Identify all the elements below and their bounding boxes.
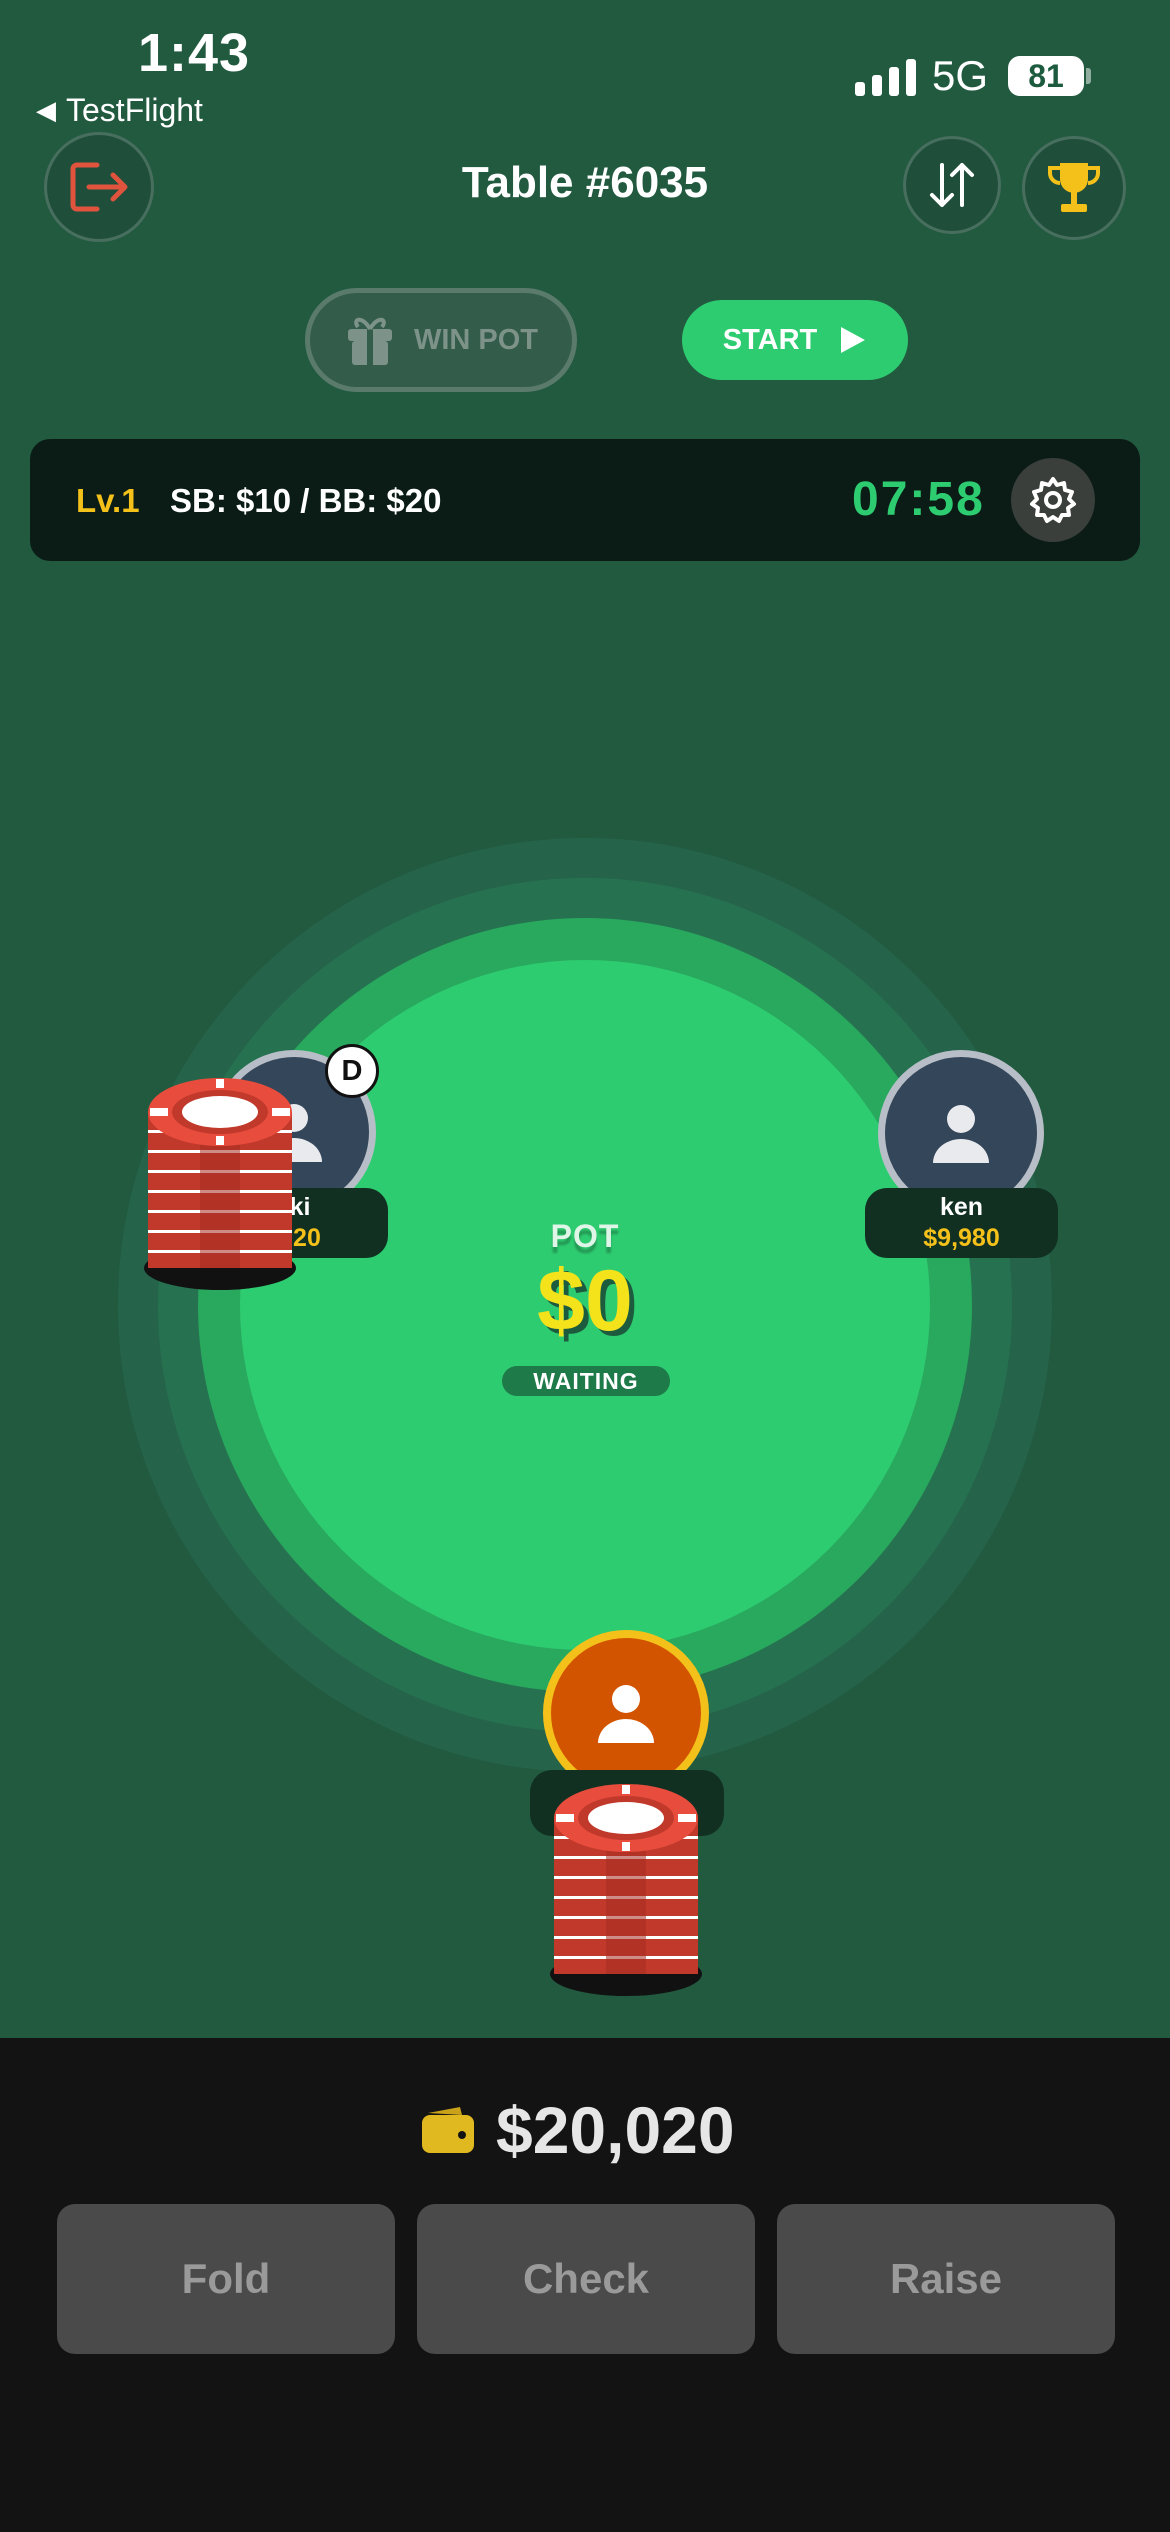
swap-arrows-icon: [930, 163, 974, 207]
wallet-icon: [422, 2107, 474, 2153]
win-pot-label: WIN POT: [413, 323, 539, 356]
battery-level: 81: [1028, 57, 1064, 94]
pot-amount: $0: [537, 1253, 633, 1349]
gear-icon: [1030, 477, 1076, 523]
trophy-icon: [1048, 163, 1100, 212]
seat-right-name: ken: [939, 1193, 984, 1221]
status-time: 1:43: [138, 23, 251, 83]
win-pot-button[interactable]: WIN POT: [305, 288, 577, 392]
blind-level: Lv.1: [76, 482, 140, 519]
exit-button[interactable]: [44, 132, 154, 242]
fold-button[interactable]: Fold: [57, 2204, 395, 2354]
table-title: Table #6035: [461, 158, 709, 207]
back-triangle-icon: ◀: [36, 95, 56, 125]
game-status-badge: WAITING: [502, 1366, 670, 1396]
battery-tip: [1086, 68, 1091, 84]
back-app-label: TestFlight: [66, 92, 203, 128]
battery-icon: 81: [1008, 56, 1084, 96]
pot-label: POT: [550, 1218, 620, 1254]
settings-button[interactable]: [1011, 458, 1095, 542]
start-button[interactable]: START: [682, 300, 908, 380]
back-to-app-link[interactable]: ◀ TestFlight: [36, 92, 203, 129]
play-icon: [841, 327, 866, 353]
leaderboard-button[interactable]: [1022, 136, 1126, 240]
blind-amounts: SB: $10 / BB: $20: [170, 482, 442, 519]
chip-stack-left: [144, 1078, 296, 1290]
user-icon: [598, 1685, 654, 1743]
start-label: START: [722, 323, 818, 356]
dealer-button: D: [325, 1044, 379, 1098]
raise-button[interactable]: Raise: [777, 2204, 1115, 2354]
check-button[interactable]: Check: [417, 2204, 755, 2354]
gift-icon: [347, 317, 392, 365]
wallet-balance: $20,020: [420, 2092, 735, 2168]
network-type: 5G: [932, 52, 989, 99]
wallet-balance-amount: $20,020: [496, 2093, 735, 2167]
blind-timer: 07:58: [852, 473, 985, 526]
signal-icon: [855, 58, 916, 96]
seat-right-nameplate: ken $9,980: [865, 1188, 1058, 1258]
seat-right-chips: $9,980: [923, 1224, 1000, 1252]
swap-seats-button[interactable]: [903, 136, 1001, 234]
exit-icon: [70, 162, 128, 212]
chip-stack-me: [550, 1784, 702, 1996]
user-icon: [933, 1105, 989, 1163]
